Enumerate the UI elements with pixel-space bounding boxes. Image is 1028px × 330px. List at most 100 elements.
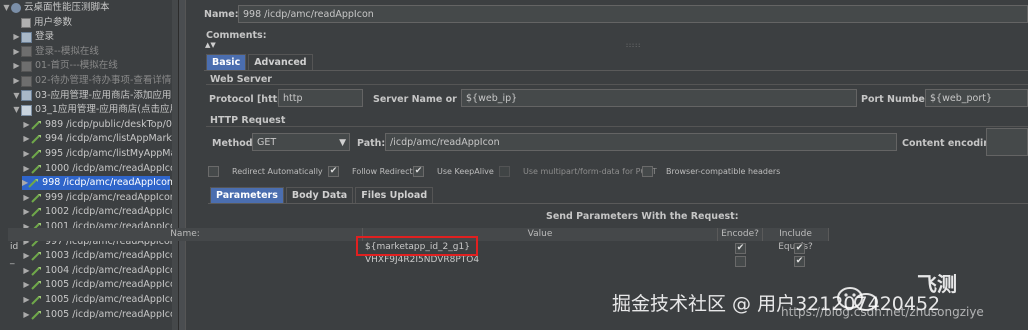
tree-item-label: 02-待办管理-待办事项-查看详情 bbox=[35, 75, 172, 86]
option-label: Use multipart/form-data for POST bbox=[523, 167, 657, 176]
comments-label: Comments: bbox=[206, 30, 267, 41]
server-name-label: Server Name or IP: bbox=[373, 94, 475, 105]
name-label: Name: bbox=[204, 9, 239, 20]
method-value: GET bbox=[257, 137, 277, 148]
tree-item-label: 999 /icdp/amc/readAppIcon bbox=[45, 191, 176, 203]
collapse-arrow-icon[interactable]: ▶ bbox=[22, 118, 31, 132]
path-field[interactable]: /icdp/amc/readAppIcon bbox=[385, 133, 897, 151]
collapse-arrow-icon[interactable]: ▶ bbox=[22, 293, 31, 307]
comments-field[interactable] bbox=[206, 41, 1028, 49]
collapse-arrow-icon[interactable]: ▶ bbox=[22, 147, 31, 161]
collapse-arrow-icon[interactable]: ▶ bbox=[22, 308, 31, 322]
sampler-icon bbox=[31, 295, 42, 305]
tree-item[interactable]: ▶ 1002 /icdp/amc/readAppIcon bbox=[22, 205, 178, 219]
tab-files-upload[interactable]: Files Upload bbox=[355, 187, 434, 204]
option-label: Follow Redirects bbox=[352, 167, 417, 176]
column-header-include-equals[interactable]: Include Equals? bbox=[763, 228, 829, 252]
test-plan-icon bbox=[11, 3, 21, 13]
tree-item[interactable]: ▶ 998 /icdp/amc/readAppIcon bbox=[22, 176, 173, 191]
path-label: Path: bbox=[357, 138, 386, 149]
tree-item[interactable]: ▼ 03-应用管理-应用商店-添加应用 bbox=[12, 89, 171, 103]
expand-arrow-icon[interactable]: ▼ bbox=[12, 89, 21, 103]
collapse-arrow-icon[interactable]: ▶ bbox=[22, 205, 31, 219]
transaction-controller-icon bbox=[21, 104, 32, 116]
collapse-arrow-icon[interactable]: ▶ bbox=[22, 191, 31, 205]
tree-item-label: 01-首页---模拟在线 bbox=[35, 60, 118, 72]
tree-item[interactable]: ▶ 995 /icdp/amc/listMyAppMark bbox=[22, 147, 178, 161]
param-name-cell[interactable]: _ bbox=[10, 254, 350, 267]
sampler-icon bbox=[31, 193, 42, 203]
sampler-icon bbox=[31, 266, 42, 276]
parameter-tabs: Parameters Body Data Files Upload bbox=[210, 187, 435, 204]
expand-arrow-icon[interactable]: ▼ bbox=[12, 103, 21, 117]
option-checkbox[interactable]: ✔ bbox=[328, 166, 339, 177]
tree-item[interactable]: ▶ 登录--模拟在线 bbox=[12, 45, 99, 59]
option-label: Browser-compatible headers bbox=[666, 167, 781, 176]
tree-item[interactable]: ▶ 994 /icdp/amc/listAppMarketE bbox=[22, 132, 178, 146]
tree-item[interactable]: ▶ 1000 /icdp/amc/readAppIcon bbox=[22, 162, 178, 176]
tree-item-label: 1005 /icdp/amc/readAppIcon bbox=[45, 294, 178, 305]
param-name-cell[interactable]: id bbox=[10, 241, 350, 254]
name-field[interactable]: 998 /icdp/amc/readAppIcon bbox=[238, 5, 1028, 23]
tree-item[interactable]: ▼ 03_1应用管理-应用商店(点击应用) bbox=[12, 103, 178, 117]
tab-parameters[interactable]: Parameters bbox=[210, 187, 284, 204]
chevron-down-icon[interactable]: ▼ bbox=[339, 134, 346, 150]
tree-item[interactable]: ▶ 01-首页---模拟在线 bbox=[12, 59, 118, 73]
protocol-field[interactable]: http bbox=[278, 89, 363, 107]
tree-item-label: 989 /icdp/public/deskTop/0.1 bbox=[45, 118, 178, 130]
tab-basic[interactable]: Basic bbox=[206, 54, 247, 71]
test-plan-tree[interactable]: ▼ 云桌面性能压测脚本 用户参数 ▶ 登录 ▶ 登录--模拟在线 ▶ 01-首页---模拟在线 ▶… bbox=[0, 0, 178, 330]
expand-arrow-icon[interactable]: ▼ bbox=[2, 1, 11, 15]
collapse-arrow-icon[interactable]: ▶ bbox=[12, 74, 21, 88]
option-checkbox[interactable] bbox=[642, 166, 653, 177]
tree-item[interactable]: ▶ 02-待办管理-待办事项-查看详情 bbox=[12, 74, 171, 88]
column-header-name[interactable]: Name: bbox=[8, 228, 363, 241]
tree-item[interactable]: ▶ 1005 /icdp/amc/readAppIcon bbox=[22, 278, 178, 292]
collapse-arrow-icon[interactable]: ▶ bbox=[22, 132, 31, 146]
option-label: Redirect Automatically bbox=[232, 167, 323, 176]
collapse-arrow-icon[interactable]: ▶ bbox=[22, 278, 31, 292]
thread-group-icon bbox=[21, 90, 32, 102]
option-checkbox[interactable]: ✔ bbox=[413, 166, 424, 177]
drag-handle-icon[interactable]: ::::: bbox=[626, 42, 641, 49]
collapse-arrow-icon[interactable]: ▶ bbox=[12, 59, 21, 73]
encode-checkbox[interactable] bbox=[735, 256, 746, 267]
tree-splitter[interactable] bbox=[178, 0, 186, 330]
tree-item[interactable]: ▶ 1005 /icdp/amc/readAppIcon bbox=[22, 293, 178, 307]
tree-item[interactable]: ▶ 989 /icdp/public/deskTop/0.1 bbox=[22, 118, 178, 132]
tree-item[interactable]: ▶ 1005 /icdp/amc/readAppIcon bbox=[22, 308, 178, 322]
include-equals-checkbox[interactable]: ✔ bbox=[794, 256, 805, 267]
port-number-field[interactable]: ${web_port} bbox=[925, 89, 1028, 107]
collapse-arrow-icon[interactable]: ▶ bbox=[22, 162, 31, 176]
option-checkbox[interactable] bbox=[208, 166, 219, 177]
content-encoding-field[interactable] bbox=[986, 128, 1028, 156]
collapse-arrows-icon[interactable]: ▲▼ bbox=[205, 41, 216, 49]
option-checkbox bbox=[499, 166, 510, 177]
tree-item-label: 03-应用管理-应用商店-添加应用 bbox=[35, 89, 172, 101]
include-equals-checkbox[interactable]: ✔ bbox=[794, 243, 805, 254]
url-watermark: https://blog.csdn.net/zhusongziye bbox=[781, 305, 984, 319]
highlight-box bbox=[356, 236, 478, 256]
tree-item[interactable]: ▶ 登录 bbox=[12, 30, 54, 44]
params-title: Send Parameters With the Request: bbox=[546, 211, 739, 222]
tree-item[interactable]: ▶ 999 /icdp/amc/readAppIcon bbox=[22, 191, 176, 205]
collapse-arrow-icon[interactable]: ▶ bbox=[12, 45, 21, 59]
method-label: Method: bbox=[212, 138, 257, 149]
tab-advanced[interactable]: Advanced bbox=[248, 54, 313, 71]
option-label: Use KeepAlive bbox=[437, 167, 494, 176]
sampler-icon bbox=[31, 164, 42, 174]
tree-item-label: 994 /icdp/amc/listAppMarketE bbox=[45, 133, 178, 145]
tree-item[interactable]: ▼ 云桌面性能压测脚本 bbox=[2, 1, 110, 15]
column-header-encode[interactable]: Encode? bbox=[718, 228, 763, 241]
tree-item-label: 云桌面性能压测脚本 bbox=[24, 2, 110, 13]
tree-item-label: 995 /icdp/amc/listMyAppMark bbox=[45, 148, 178, 159]
tab-body-data[interactable]: Body Data bbox=[285, 187, 354, 204]
tree-item[interactable]: 用户参数 bbox=[12, 16, 72, 30]
encode-checkbox[interactable]: ✔ bbox=[735, 243, 746, 254]
tree-item-label: 用户参数 bbox=[34, 16, 73, 28]
server-name-field[interactable]: ${web_ip} bbox=[461, 89, 857, 107]
http-request-title: HTTP Request bbox=[210, 115, 286, 126]
tree-item-label: 登录--模拟在线 bbox=[35, 45, 99, 57]
method-select[interactable]: GET ▼ bbox=[252, 133, 350, 151]
collapse-arrow-icon[interactable]: ▶ bbox=[12, 30, 21, 44]
